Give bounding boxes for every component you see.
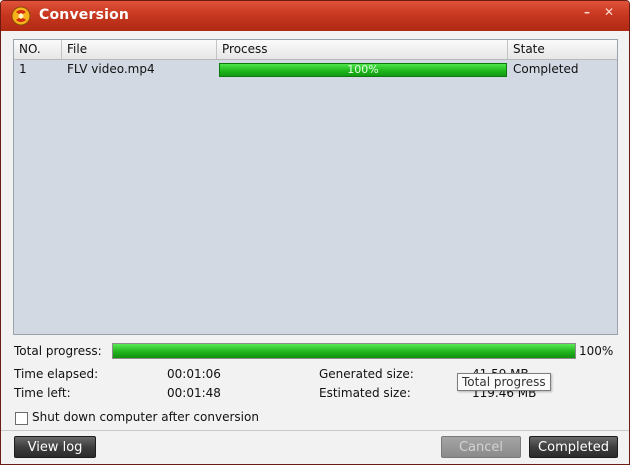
total-progress-label: Total progress: — [14, 344, 102, 358]
conversion-window: Conversion – ✕ NO. File Process State 1 … — [0, 0, 630, 465]
footer-divider — [1, 430, 629, 431]
completed-button[interactable]: Completed — [529, 436, 618, 458]
generated-size-label: Generated size: — [319, 367, 414, 381]
app-logo-icon — [11, 6, 31, 26]
estimated-size-label: Estimated size: — [319, 386, 411, 400]
time-elapsed-value: 00:01:06 — [167, 367, 221, 381]
total-progress-bar — [112, 343, 576, 359]
row-number: 1 — [19, 62, 27, 76]
row-progress-text: 100% — [347, 63, 379, 76]
shutdown-checkbox[interactable] — [15, 412, 28, 425]
minimize-icon[interactable]: – — [584, 5, 590, 19]
cancel-button[interactable]: Cancel — [441, 436, 521, 458]
view-log-button[interactable]: View log — [14, 436, 96, 458]
total-progress-value: 100% — [579, 344, 614, 358]
conversion-list[interactable]: NO. File Process State 1 FLV video.mp4 1… — [13, 39, 618, 335]
table-header: NO. File Process State — [14, 40, 617, 60]
shutdown-checkbox-label[interactable]: Shut down computer after conversion — [32, 410, 259, 424]
row-file-name: FLV video.mp4 — [67, 62, 155, 76]
title-bar[interactable]: Conversion – ✕ — [1, 1, 629, 31]
table-row[interactable]: 1 FLV video.mp4 100% Completed — [14, 60, 617, 79]
time-left-label: Time left: — [14, 386, 71, 400]
tooltip: Total progress — [457, 373, 551, 391]
column-header-process[interactable]: Process — [217, 40, 508, 59]
time-left-value: 00:01:48 — [167, 386, 221, 400]
row-state: Completed — [513, 62, 579, 76]
total-progress-fill — [113, 344, 575, 358]
window-title: Conversion — [39, 7, 130, 23]
time-elapsed-label: Time elapsed: — [14, 367, 99, 381]
column-header-file[interactable]: File — [62, 40, 217, 59]
close-icon[interactable]: ✕ — [604, 5, 614, 19]
column-header-no[interactable]: NO. — [14, 40, 62, 59]
column-header-state[interactable]: State — [508, 40, 617, 59]
